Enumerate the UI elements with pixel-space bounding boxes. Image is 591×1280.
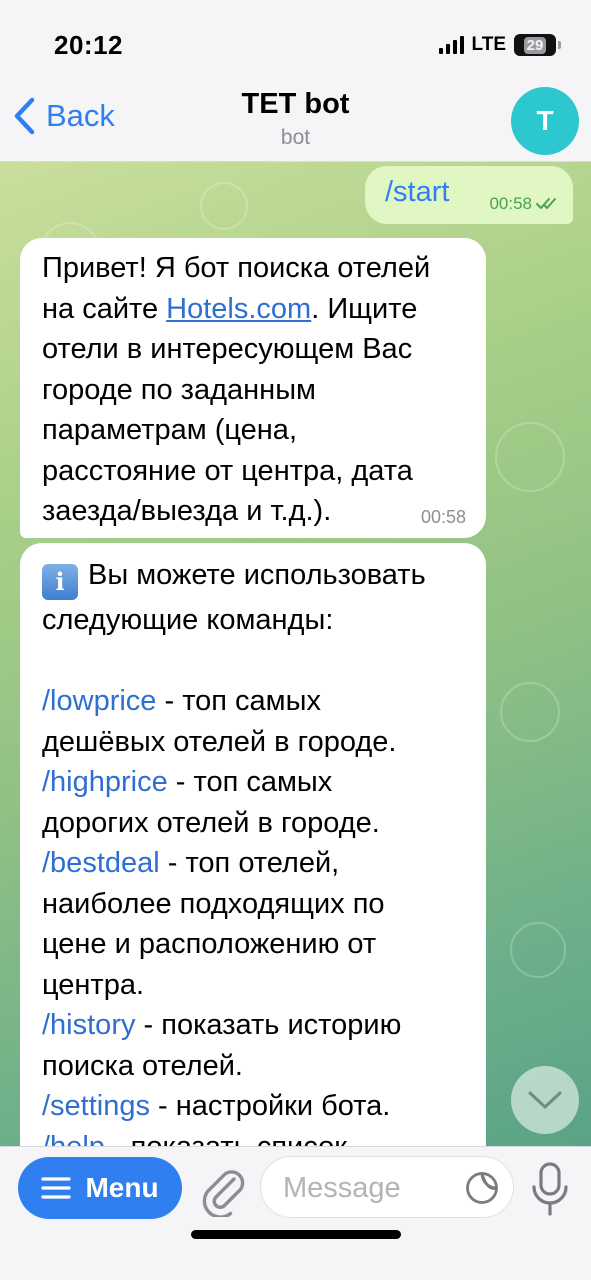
message-time: 00:58 xyxy=(420,507,466,527)
message-meta: 00:58 xyxy=(489,194,561,214)
command-link[interactable]: /highprice xyxy=(42,766,168,798)
chat-title[interactable]: TET bot xyxy=(0,88,591,121)
command-row: /lowprice - топ самых дешёвых отелей в г… xyxy=(42,681,472,762)
outgoing-message[interactable]: /start 00:58 xyxy=(365,166,573,224)
signal-icon xyxy=(438,36,464,54)
command-link[interactable]: /settings xyxy=(42,1090,150,1122)
paperclip-icon[interactable] xyxy=(198,1161,248,1217)
command-link[interactable]: /lowprice xyxy=(42,685,156,717)
battery-level: 29 xyxy=(523,36,547,54)
top-bar: 20:12 LTE 29 Back TET bot bot T xyxy=(0,0,591,162)
scroll-down-button[interactable] xyxy=(511,1066,579,1134)
battery-tip xyxy=(558,41,561,49)
commands-intro-text: Вы можете использовать следующие команды… xyxy=(42,559,426,636)
incoming-message-welcome[interactable]: Привет! Я бот поиска отелей на сайте Hot… xyxy=(20,238,486,538)
command-row: /highprice - топ самых дорогих отелей в … xyxy=(42,762,472,843)
command-description: - настройки бота. xyxy=(150,1090,391,1122)
menu-label: Menu xyxy=(85,1172,159,1203)
message-input[interactable] xyxy=(283,1169,463,1207)
avatar[interactable]: T xyxy=(511,87,579,155)
command-row: /help - показать список xyxy=(42,1127,472,1147)
welcome-text: Привет! Я бот поиска отелей на сайте Hot… xyxy=(42,248,472,532)
status-time: 20:12 xyxy=(54,30,123,60)
microphone-icon[interactable] xyxy=(530,1161,570,1217)
command-row: /settings - настройки бота. xyxy=(42,1086,472,1127)
info-icon: i xyxy=(42,564,78,600)
input-bar: Menu xyxy=(0,1146,591,1280)
command-link[interactable]: /help xyxy=(42,1131,105,1147)
avatar-letter: T xyxy=(536,105,554,136)
network-type: LTE xyxy=(471,34,506,55)
hotels-link[interactable]: Hotels.com xyxy=(166,293,311,325)
welcome-text-post: . Ищите отели в интересующем Вас городе … xyxy=(42,292,418,528)
commands-intro: i Вы можете использовать следующие команд… xyxy=(42,555,472,641)
wallpaper-doodle xyxy=(510,922,566,978)
hamburger-icon xyxy=(41,1177,72,1199)
commands-body: i Вы можете использовать следующие команд… xyxy=(42,555,472,1146)
wallpaper-doodle xyxy=(500,682,560,742)
home-indicator xyxy=(191,1230,401,1239)
outgoing-command[interactable]: /start xyxy=(385,176,449,209)
message-field[interactable] xyxy=(260,1156,514,1218)
command-link[interactable]: /bestdeal xyxy=(42,847,160,879)
chevron-down-icon xyxy=(528,1091,562,1109)
double-check-icon xyxy=(536,198,556,209)
chat-subtitle: bot xyxy=(280,126,311,149)
command-link[interactable]: /history xyxy=(42,1009,135,1041)
command-row: /bestdeal - топ отелей, наиболее подходя… xyxy=(42,843,472,1005)
message-time: 00:58 xyxy=(489,194,532,213)
sticker-icon[interactable] xyxy=(465,1171,499,1205)
menu-button[interactable]: Menu xyxy=(18,1157,182,1219)
wallpaper-doodle xyxy=(495,422,565,492)
command-row: /history - показать историю поиска отеле… xyxy=(42,1005,472,1086)
commands-list: /lowprice - топ самых дешёвых отелей в г… xyxy=(42,681,472,1146)
status-indicators: LTE 29 xyxy=(438,34,561,56)
chat-area[interactable]: /start 00:58 Привет! Я бот поиска отелей… xyxy=(0,162,591,1146)
wallpaper-doodle xyxy=(200,182,248,230)
command-description: - показать список xyxy=(105,1131,347,1147)
battery-icon: 29 xyxy=(514,34,556,56)
incoming-message-commands[interactable]: i Вы можете использовать следующие команд… xyxy=(20,543,486,1146)
